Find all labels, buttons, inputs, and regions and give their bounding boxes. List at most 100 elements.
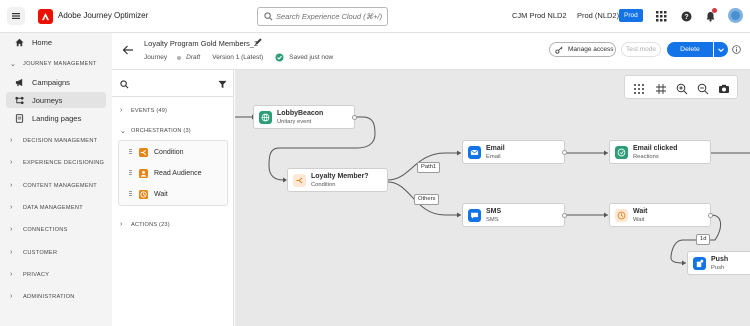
search-icon[interactable] [120,80,129,89]
sms-bubble-icon [468,208,481,222]
node-push[interactable]: Push Push [687,251,750,275]
save-status: Saved just now [289,54,334,61]
nav-section-connections[interactable]: › CONNECTIONS [10,226,68,233]
category-label: ACTIONS (23) [131,221,170,228]
nav-section-journey-management[interactable]: ⌄ JOURNEY MANAGEMENT [10,60,97,68]
category-orchestration[interactable]: ⌄ ORCHESTRATION (3) [120,127,191,135]
zoom-out-icon[interactable] [697,82,709,95]
nav-section-privacy[interactable]: › PRIVACY [10,271,49,278]
screenshot-camera-icon[interactable] [718,82,730,94]
path-label-others[interactable]: Others [414,194,440,205]
palette-item-wait[interactable]: Wait [129,187,168,201]
back-arrow-icon[interactable] [122,44,134,56]
node-title: Wait [633,207,648,215]
email-envelope-icon [468,145,481,159]
section-label: JOURNEY MANAGEMENT [23,61,97,67]
chevron-right-icon: › [10,226,13,233]
edit-pencil-icon[interactable] [254,37,263,46]
nav-item-journeys[interactable]: Journeys [6,92,106,108]
nav-item-campaigns[interactable]: Campaigns [6,74,106,90]
node-email-clicked[interactable]: Email clicked Reactions [609,140,711,164]
event-globe-icon [259,110,272,124]
chevron-right-icon: › [10,293,13,300]
nav-section-administration[interactable]: › ADMINISTRATION [10,293,75,300]
search-input[interactable]: Search Experience Cloud (⌘+/) [257,7,388,26]
palette-item-read-audience[interactable]: Read Audience [129,166,201,180]
path-label-path1[interactable]: Path1 [417,162,441,173]
top-bar: Adobe Journey Optimizer Search Experienc… [0,0,750,33]
category-label: ORCHESTRATION (3) [131,128,191,134]
more-actions-dropdown[interactable] [714,42,728,57]
help-icon[interactable]: ? [679,9,693,23]
grid-view-icon[interactable] [633,82,645,94]
clock-icon [139,189,148,199]
category-actions[interactable]: › ACTIONS (23) [120,221,170,228]
nav-item-landing-pages[interactable]: Landing pages [6,110,106,126]
node-output-port[interactable] [708,213,713,218]
node-title: Email [486,144,505,152]
app-title[interactable]: Adobe Journey Optimizer [58,11,148,20]
info-icon[interactable] [732,45,741,54]
journey-version[interactable]: Version 1 (Latest) [212,54,263,61]
chevron-right-icon: › [10,182,13,189]
node-output-port[interactable] [562,213,567,218]
canvas-toolbar [624,75,738,99]
journey-type: Journey [144,54,168,61]
nav-section-content-management[interactable]: › CONTENT MANAGEMENT [10,182,97,189]
journey-canvas[interactable]: LobbyBeacon Unitary event Loyalty Member?… [235,70,750,326]
nav-section-experience-decisioning[interactable]: › EXPERIENCE DECISIONING [10,159,104,166]
node-wait[interactable]: Wait Wait [609,203,713,227]
section-label: DECISION MANAGEMENT [23,137,98,144]
sandbox-switcher[interactable]: Prod (NLD2) [577,11,619,20]
drag-handle-icon [129,170,132,176]
avatar[interactable] [728,8,743,23]
arrow-head [682,260,686,266]
nav-section-customer[interactable]: › CUSTOMER [10,249,57,256]
category-events[interactable]: › EVENTS (49) [120,107,167,114]
node-loyalty-member-condition[interactable]: Loyalty Member? Condition [287,168,388,192]
chevron-down-icon: ⌄ [10,61,17,68]
node-subtitle: Reactions [633,153,659,160]
condition-icon [293,173,306,187]
divider [112,96,234,97]
palette-item-condition[interactable]: Condition [129,145,184,159]
node-lobbybeacon[interactable]: LobbyBeacon Unitary event [253,105,357,129]
megaphone-icon [12,78,26,87]
nav-item-home[interactable]: Home [6,34,106,50]
node-sms[interactable]: SMS SMS [462,203,567,227]
nav-section-decision-management[interactable]: › DECISION MANAGEMENT [10,137,97,144]
palette-item-label: Read Audience [154,169,202,177]
test-mode-button[interactable]: Test mode [621,42,661,57]
section-label: CUSTOMER [23,249,58,256]
node-output-port[interactable] [562,150,567,155]
fit-to-screen-icon[interactable] [655,82,667,94]
saved-check-icon [275,53,284,62]
node-title: LobbyBeacon [277,109,324,117]
node-subtitle: Condition [311,181,336,188]
journey-title: Loyalty Program Gold Members_2 [144,39,259,48]
nav-item-label: Landing pages [32,113,82,123]
node-email[interactable]: Email Email [462,140,567,164]
audience-icon [139,168,148,178]
arrow-head [457,212,461,218]
palette-item-label: Condition [154,148,184,156]
filter-icon[interactable] [218,80,227,89]
journey-header: Loyalty Program Gold Members_2 Journey D… [112,33,750,70]
node-subtitle: SMS [486,216,499,223]
orchestration-list: Condition Read Audience Wait [118,140,228,206]
node-output-port[interactable] [352,115,357,120]
zoom-in-icon[interactable] [676,82,688,95]
palette-item-label: Wait [154,190,168,198]
arrow-head [604,150,608,156]
nav-item-label: Campaigns [32,77,70,87]
org-switcher[interactable]: CJM Prod NLD2 [512,11,567,20]
manage-access-button[interactable]: Manage access [549,42,616,57]
nav-section-data-management[interactable]: › DATA MANAGEMENT [10,204,83,211]
adobe-logo[interactable] [38,9,53,24]
menu-icon[interactable] [7,7,25,25]
node-subtitle: Wait [633,216,645,223]
delete-button[interactable]: Delete [667,42,713,57]
apps-grid-icon[interactable] [654,9,668,23]
section-label: ADMINISTRATION [23,293,75,300]
section-label: CONNECTIONS [23,226,68,233]
